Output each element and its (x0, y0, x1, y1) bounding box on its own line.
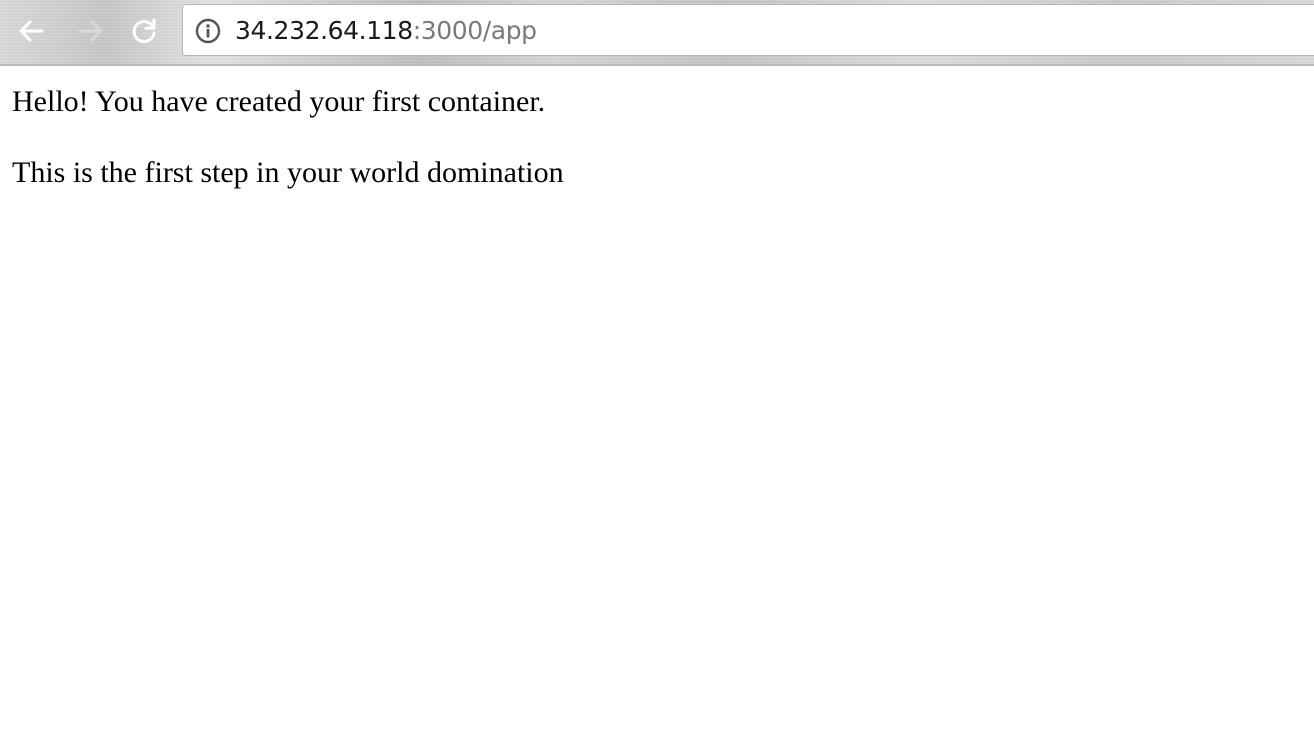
page-content: Hello! You have created your first conta… (12, 84, 564, 191)
greeting-text: Hello! You have created your first conta… (12, 85, 546, 118)
url-host: 34.232.64.118 (235, 16, 413, 45)
domination-text: This is the first step in your world dom… (12, 156, 564, 189)
browser-toolbar: 34.232.64.118:3000/app (0, 0, 1314, 66)
forward-button[interactable] (75, 15, 107, 47)
address-bar[interactable]: 34.232.64.118:3000/app (182, 4, 1314, 56)
url-path: :3000/app (412, 16, 537, 45)
reload-icon (132, 18, 156, 43)
back-button[interactable] (15, 15, 47, 47)
back-arrow-icon (19, 20, 44, 42)
reload-button[interactable] (128, 15, 160, 47)
info-icon[interactable] (195, 18, 221, 44)
forward-arrow-icon (78, 20, 103, 42)
address-bar-url[interactable]: 34.232.64.118:3000/app (235, 17, 537, 45)
